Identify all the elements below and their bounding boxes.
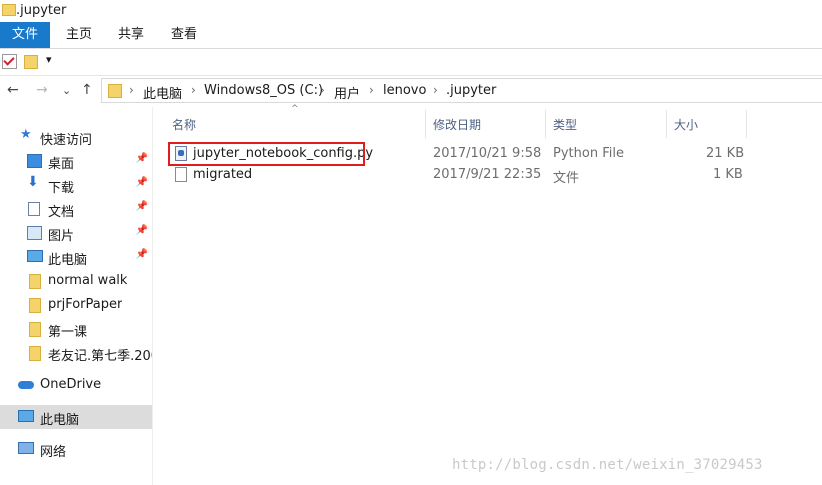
breadcrumb-lenovo[interactable]: lenovo	[383, 83, 426, 98]
sidebar-item-lesson-one[interactable]: 第一课	[0, 317, 152, 341]
column-header-type[interactable]: 类型	[553, 112, 577, 138]
sidebar-item-onedrive[interactable]: OneDrive	[0, 373, 152, 397]
column-divider[interactable]	[545, 110, 546, 138]
sidebar-item-documents[interactable]: 文档 📌	[0, 197, 152, 221]
file-row[interactable]: migrated 2017/9/21 22:35 文件 1 KB	[168, 165, 748, 186]
star-icon: ★	[20, 127, 32, 142]
forward-arrow-icon[interactable]: →	[36, 82, 48, 98]
sidebar-item-prjforpaper[interactable]: prjForPaper	[0, 293, 152, 317]
tab-file[interactable]: 文件	[0, 22, 50, 48]
sidebar-item-network[interactable]: 网络	[0, 437, 152, 461]
file-size: 1 KB	[713, 167, 743, 182]
generic-file-icon	[175, 167, 187, 182]
breadcrumb-separator: ›	[369, 83, 374, 97]
folder-icon	[29, 274, 41, 289]
file-type: Python File	[553, 146, 624, 161]
file-name: migrated	[193, 167, 253, 182]
folder-icon	[29, 322, 41, 337]
file-date: 2017/10/21 9:58	[433, 146, 542, 161]
file-size: 21 KB	[706, 146, 745, 161]
tab-share[interactable]: 共享	[104, 22, 158, 48]
customize-toolbar-icon[interactable]: ▾	[46, 53, 52, 66]
watermark: http://blog.csdn.net/weixin_37029453	[452, 457, 763, 473]
download-icon: ⬇	[27, 174, 39, 190]
onedrive-icon	[18, 381, 34, 389]
column-divider[interactable]	[746, 110, 747, 138]
navigation-pane: ★ 快速访问 桌面 📌 ⬇ 下载 📌 文档 📌 图片 📌 此电脑 📌 norma…	[0, 107, 152, 485]
folder-icon	[29, 298, 41, 313]
sidebar-item-normal-walk[interactable]: normal walk	[0, 269, 152, 293]
network-icon	[18, 442, 34, 454]
window-title: .jupyter	[16, 3, 67, 18]
sidebar-item-pictures[interactable]: 图片 📌	[0, 221, 152, 245]
pin-icon[interactable]: 📌	[136, 177, 148, 188]
column-divider[interactable]	[425, 110, 426, 138]
sidebar-item-desktop[interactable]: 桌面 📌	[0, 149, 152, 173]
title-bar: .jupyter	[0, 0, 822, 22]
sidebar-item-this-pc-pinned[interactable]: 此电脑 📌	[0, 245, 152, 269]
folder-icon	[2, 4, 16, 16]
pin-icon[interactable]: 📌	[136, 249, 148, 260]
breadcrumb-separator: ›	[433, 83, 438, 97]
sidebar-item-quick-access[interactable]: ★ 快速访问	[0, 125, 152, 149]
file-date: 2017/9/21 22:35	[433, 167, 542, 182]
picture-icon	[27, 226, 42, 240]
properties-check-icon[interactable]	[2, 54, 17, 69]
column-header-size[interactable]: 大小	[674, 112, 698, 138]
sidebar-item-downloads[interactable]: ⬇ 下载 📌	[0, 173, 152, 197]
pin-icon[interactable]: 📌	[136, 153, 148, 164]
up-arrow-icon[interactable]: ↑	[81, 82, 93, 98]
breadcrumb-separator: ›	[191, 83, 196, 97]
new-folder-icon[interactable]	[24, 55, 38, 69]
computer-icon	[18, 410, 34, 422]
folder-icon	[108, 84, 122, 98]
breadcrumb-separator: ›	[129, 83, 134, 97]
pane-divider[interactable]	[152, 107, 153, 485]
breadcrumb-users[interactable]: 用户	[334, 83, 360, 102]
folder-icon	[29, 346, 41, 361]
recent-locations-icon[interactable]: ⌄	[62, 84, 71, 97]
breadcrumb-this-pc[interactable]: 此电脑	[143, 83, 182, 102]
column-header-name[interactable]: 名称	[172, 112, 196, 138]
sidebar-item-friends-season7[interactable]: 老友记.第七季.2000	[0, 341, 152, 365]
highlight-box	[168, 142, 365, 166]
sort-ascending-icon: ^	[291, 104, 299, 114]
desktop-icon	[27, 154, 42, 168]
tab-view[interactable]: 查看	[157, 22, 211, 48]
document-icon	[28, 202, 40, 216]
column-divider[interactable]	[666, 110, 667, 138]
computer-icon	[27, 250, 43, 262]
address-bar[interactable]: › 此电脑 › Windows8_OS (C:) › 用户 › lenovo ›…	[101, 78, 822, 103]
pin-icon[interactable]: 📌	[136, 225, 148, 236]
tab-home[interactable]: 主页	[52, 22, 106, 48]
sidebar-item-this-pc[interactable]: 此电脑	[0, 405, 152, 429]
back-arrow-icon[interactable]: ←	[7, 82, 19, 98]
breadcrumb-separator: ›	[320, 83, 325, 97]
quick-access-toolbar: ▾	[0, 49, 822, 76]
column-header-date[interactable]: 修改日期	[433, 112, 481, 138]
breadcrumb-drive[interactable]: Windows8_OS (C:)	[204, 83, 323, 98]
file-type: 文件	[553, 171, 580, 186]
breadcrumb-jupyter[interactable]: .jupyter	[446, 83, 496, 98]
ribbon-tabs: 文件 主页 共享 查看	[0, 22, 822, 49]
pin-icon[interactable]: 📌	[136, 201, 148, 212]
